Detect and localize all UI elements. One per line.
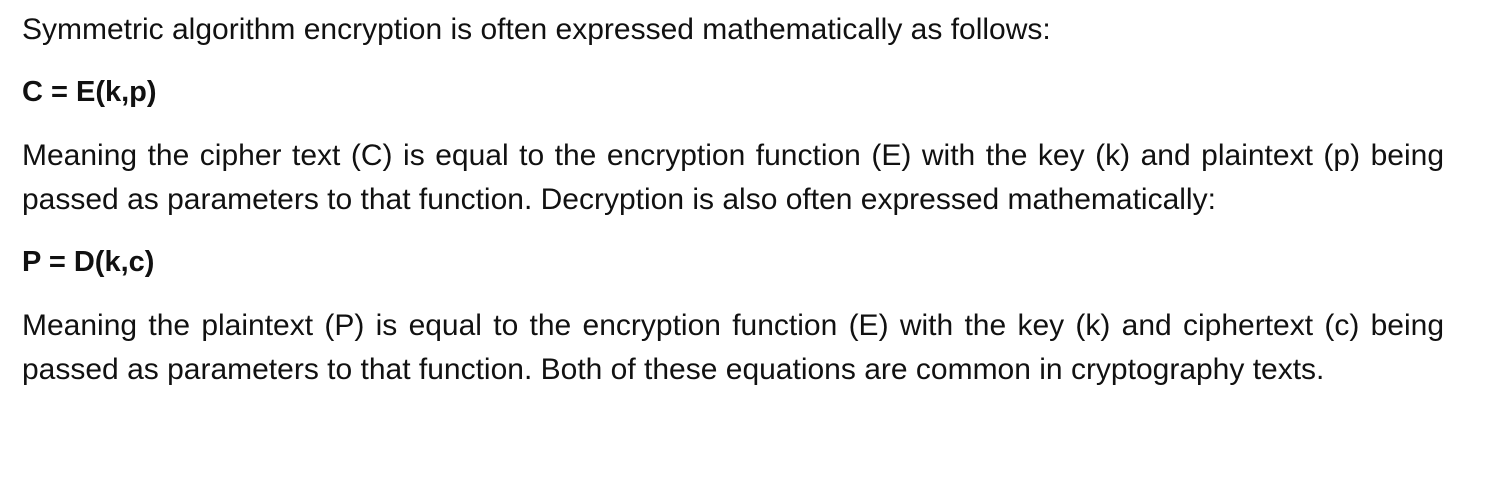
document-page: Symmetric algorithm encryption is often … (22, 8, 1444, 392)
decryption-equation: P = D(k,c) (22, 246, 155, 278)
encryption-explanation: Meaning the cipher text (C) is equal to … (22, 139, 1444, 216)
decryption-explanation: Meaning the plaintext (P) is equal to th… (22, 309, 1444, 386)
intro-text: Symmetric algorithm encryption is often … (22, 13, 1051, 46)
encryption-equation: C = E(k,p) (22, 76, 157, 108)
